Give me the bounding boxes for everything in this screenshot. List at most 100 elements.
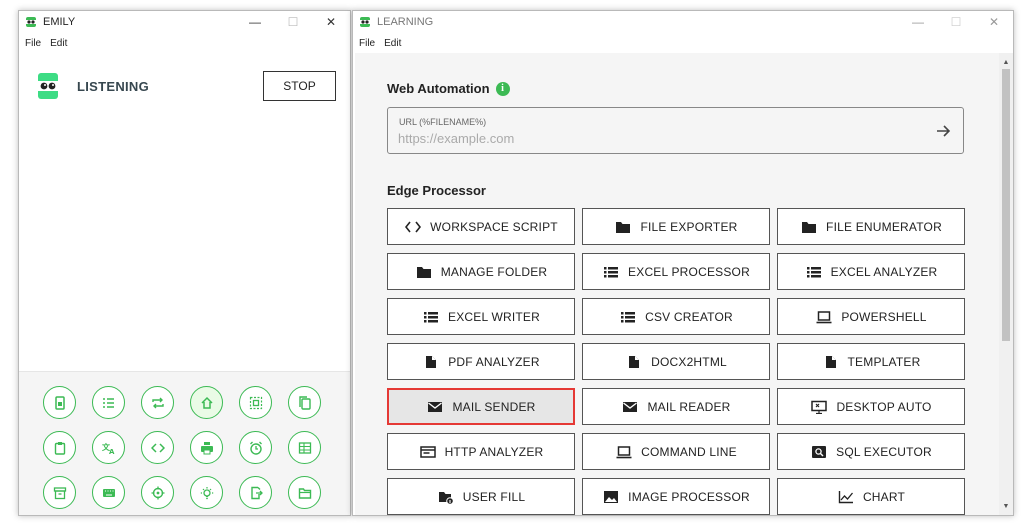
processor-desktop-auto-button[interactable]: DESKTOP AUTO xyxy=(777,388,965,425)
processor-workspace-script-button[interactable]: WORKSPACE SCRIPT xyxy=(387,208,575,245)
tool-button[interactable] xyxy=(239,386,272,419)
processor-image-processor-button[interactable]: IMAGE PROCESSOR xyxy=(582,478,770,515)
scroll-down-icon[interactable]: ▼ xyxy=(999,499,1013,513)
search-box-icon xyxy=(810,445,828,459)
image-icon xyxy=(602,490,620,504)
processor-http-analyzer-button[interactable]: HTTP ANALYZER xyxy=(387,433,575,470)
processor-manage-folder-button[interactable]: MANAGE FOLDER xyxy=(387,253,575,290)
desktop-icon xyxy=(810,400,828,414)
browser-icon xyxy=(419,445,437,459)
processor-label: SQL EXECUTOR xyxy=(836,444,932,459)
stop-button[interactable]: STOP xyxy=(263,71,336,101)
minimize-button[interactable]: — xyxy=(899,11,937,33)
processor-excel-analyzer-button[interactable]: EXCEL ANALYZER xyxy=(777,253,965,290)
tool-button[interactable] xyxy=(43,386,76,419)
arrow-right-icon[interactable] xyxy=(933,121,953,141)
processor-excel-writer-button[interactable]: EXCEL WRITER xyxy=(387,298,575,335)
processor-file-enumerator-button[interactable]: FILE ENUMERATOR xyxy=(777,208,965,245)
maximize-button[interactable]: ☐ xyxy=(274,11,312,33)
processor-label: POWERSHELL xyxy=(841,309,927,324)
tool-button[interactable] xyxy=(92,476,125,509)
processor-label: IMAGE PROCESSOR xyxy=(628,489,750,504)
processor-csv-creator-button[interactable]: CSV CREATOR xyxy=(582,298,770,335)
processor-file-exporter-button[interactable]: FILE EXPORTER xyxy=(582,208,770,245)
processor-chart-button[interactable]: CHART xyxy=(777,478,965,515)
processor-mail-reader-button[interactable]: MAIL READER xyxy=(582,388,770,425)
folder-icon xyxy=(415,265,433,279)
processor-label: MANAGE FOLDER xyxy=(440,264,548,279)
tool-button[interactable] xyxy=(141,476,174,509)
file-export-icon xyxy=(250,486,263,499)
scrollbar[interactable]: ▲ ▼ xyxy=(999,53,1013,515)
code-icon xyxy=(404,220,422,234)
tool-button[interactable] xyxy=(288,476,321,509)
processor-label: USER FILL xyxy=(462,489,526,504)
tool-button[interactable] xyxy=(92,386,125,419)
url-label: URL (%FILENAME%) xyxy=(399,117,487,127)
processor-powershell-button[interactable]: POWERSHELL xyxy=(777,298,965,335)
tool-button[interactable] xyxy=(141,431,174,464)
web-automation-title: Web Automation xyxy=(387,81,490,96)
alarm-icon xyxy=(249,441,262,455)
close-button[interactable]: ✕ xyxy=(975,11,1013,33)
info-icon[interactable]: i xyxy=(495,81,510,96)
list-icon xyxy=(619,310,637,324)
processor-label: MAIL SENDER xyxy=(452,399,536,414)
list-icon xyxy=(602,265,620,279)
tool-button[interactable] xyxy=(43,431,76,464)
copy-icon xyxy=(298,395,311,410)
keyboard-icon xyxy=(102,488,115,497)
emily-titlebar[interactable]: EMILY — ☐ ✕ xyxy=(19,11,350,33)
processor-label: TEMPLATER xyxy=(847,354,921,369)
tool-button[interactable] xyxy=(190,476,223,509)
learning-menubar: File Edit xyxy=(353,33,1013,53)
tool-button[interactable] xyxy=(43,476,76,509)
processor-label: CSV CREATOR xyxy=(645,309,733,324)
scroll-up-icon[interactable]: ▲ xyxy=(999,55,1013,69)
processor-mail-sender-button[interactable]: MAIL SENDER xyxy=(387,388,575,425)
close-button[interactable]: ✕ xyxy=(312,11,350,33)
tool-button[interactable] xyxy=(239,431,272,464)
menu-file[interactable]: File xyxy=(25,38,41,49)
repeat-icon xyxy=(151,397,164,408)
code-icon xyxy=(150,442,165,453)
maximize-button[interactable]: ☐ xyxy=(937,11,975,33)
emily-logo-icon xyxy=(38,73,58,99)
tool-button[interactable] xyxy=(288,386,321,419)
tool-button[interactable]: 文A xyxy=(92,431,125,464)
crosshair-icon xyxy=(151,486,164,499)
url-field[interactable]: URL (%FILENAME%) xyxy=(387,107,964,154)
tool-button[interactable] xyxy=(141,386,174,419)
chart-icon xyxy=(837,490,855,504)
emily-app-icon xyxy=(26,17,36,27)
tool-button[interactable] xyxy=(288,431,321,464)
tool-button[interactable] xyxy=(239,476,272,509)
processor-user-fill-button[interactable]: USER FILL xyxy=(387,478,575,515)
file-icon xyxy=(625,355,643,369)
learning-title: LEARNING xyxy=(377,16,434,28)
tool-button[interactable] xyxy=(190,386,223,419)
url-input[interactable] xyxy=(398,131,898,146)
processor-label: COMMAND LINE xyxy=(641,444,737,459)
processor-excel-processor-button[interactable]: EXCEL PROCESSOR xyxy=(582,253,770,290)
tool-button[interactable] xyxy=(190,431,223,464)
tool-grid: 文A xyxy=(43,386,321,509)
processor-templater-button[interactable]: TEMPLATER xyxy=(777,343,965,380)
processor-command-line-button[interactable]: COMMAND LINE xyxy=(582,433,770,470)
learning-titlebar[interactable]: LEARNING — ☐ ✕ xyxy=(353,11,1013,33)
folder-open-icon xyxy=(298,487,311,499)
menu-file[interactable]: File xyxy=(359,38,375,49)
processor-pdf-analyzer-button[interactable]: PDF ANALYZER xyxy=(387,343,575,380)
processor-grid: WORKSPACE SCRIPT FILE EXPORTER FILE ENUMER… xyxy=(387,208,965,515)
processor-docx2html-button[interactable]: DOCX2HTML xyxy=(582,343,770,380)
scrollbar-thumb[interactable] xyxy=(1002,69,1010,341)
processor-label: FILE ENUMERATOR xyxy=(826,219,942,234)
listening-status: LISTENING xyxy=(77,78,150,94)
menu-edit[interactable]: Edit xyxy=(384,38,401,49)
minimize-button[interactable]: — xyxy=(236,11,274,33)
select-area-icon xyxy=(249,396,262,409)
home-icon xyxy=(200,396,213,409)
menu-edit[interactable]: Edit xyxy=(50,38,67,49)
processor-sql-executor-button[interactable]: SQL EXECUTOR xyxy=(777,433,965,470)
svg-text:A: A xyxy=(109,448,115,455)
